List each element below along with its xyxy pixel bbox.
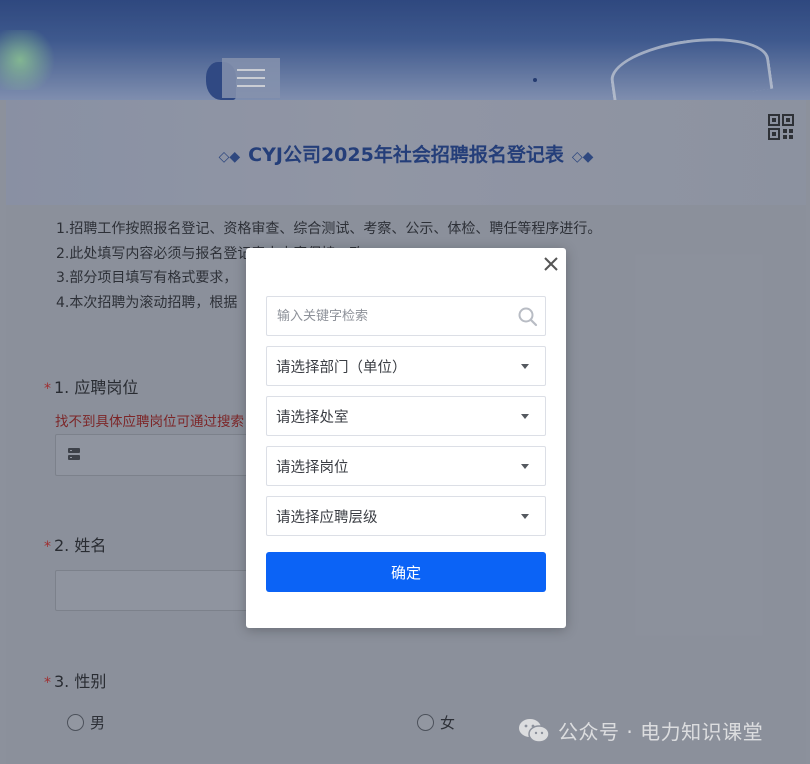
confirm-button[interactable]: 确定 bbox=[266, 552, 546, 592]
caret-down-icon bbox=[521, 464, 529, 469]
position-search-dialog: 请选择部门（单位） 请选择处室 请选择岗位 请选择应聘层级 确定 bbox=[246, 248, 566, 628]
department-select[interactable]: 请选择部门（单位） bbox=[266, 346, 546, 386]
keyword-search bbox=[266, 296, 546, 336]
caret-down-icon bbox=[521, 364, 529, 369]
search-icon[interactable] bbox=[517, 306, 539, 328]
position-select-value: 请选择岗位 bbox=[276, 459, 349, 476]
office-select-value: 请选择处室 bbox=[276, 409, 349, 426]
position-select[interactable]: 请选择岗位 bbox=[266, 446, 546, 486]
level-select-value: 请选择应聘层级 bbox=[276, 509, 378, 526]
department-select-value: 请选择部门（单位） bbox=[276, 359, 407, 376]
close-icon[interactable] bbox=[541, 254, 561, 274]
caret-down-icon bbox=[521, 414, 529, 419]
keyword-search-input[interactable] bbox=[267, 297, 545, 335]
level-select[interactable]: 请选择应聘层级 bbox=[266, 496, 546, 536]
office-select[interactable]: 请选择处室 bbox=[266, 396, 546, 436]
caret-down-icon bbox=[521, 514, 529, 519]
